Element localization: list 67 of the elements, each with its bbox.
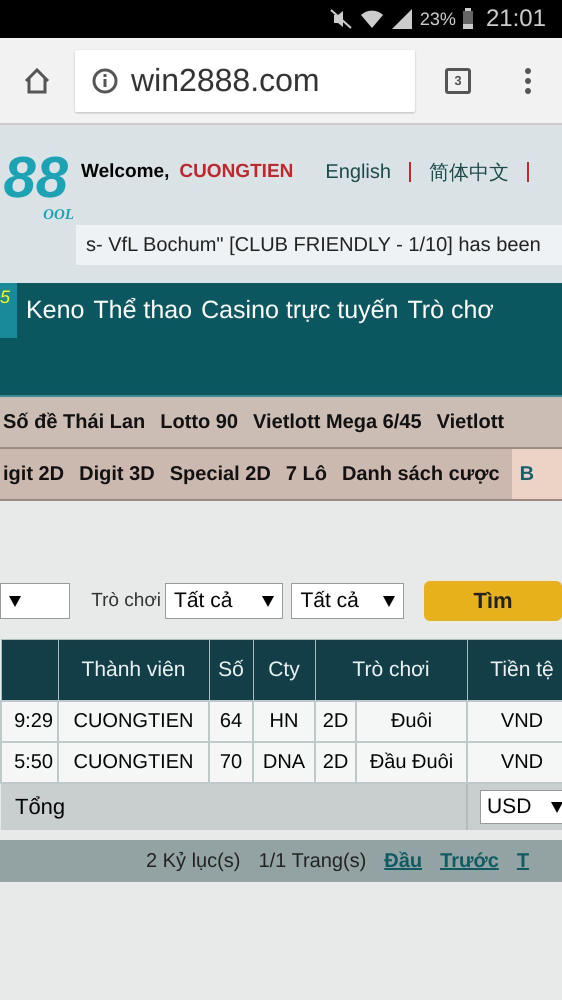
nav-badge: 5: [0, 283, 17, 338]
table-cell: CUONGTIEN: [58, 701, 209, 742]
caret-icon: [9, 596, 21, 606]
info-icon: [91, 66, 119, 94]
mute-icon: [328, 8, 354, 30]
column-header: Thành viên: [58, 640, 209, 701]
table-cell: 70: [209, 742, 253, 783]
column-header: [1, 640, 58, 701]
table-cell: 2D: [315, 742, 356, 783]
logo-subtitle: OOL: [43, 207, 74, 224]
sub-nav-link[interactable]: igit 2D: [0, 449, 64, 499]
clock: 21:01: [486, 5, 546, 33]
table-cell: 5:50: [1, 742, 58, 783]
wifi-icon: [360, 8, 384, 30]
table-cell: Đuôi: [356, 701, 468, 742]
nav-link[interactable]: Trò chơ: [407, 295, 494, 325]
welcome-text: Welcome,: [81, 161, 170, 183]
table-cell: DNA: [253, 742, 315, 783]
dropdown[interactable]: [0, 583, 70, 619]
table-cell: HN: [253, 701, 315, 742]
tab-count-button[interactable]: 3: [445, 68, 471, 94]
caret-icon: [262, 596, 274, 606]
menu-icon[interactable]: [523, 66, 533, 96]
table-cell: 64: [209, 701, 253, 742]
address-bar[interactable]: win2888.com: [75, 50, 415, 112]
column-header: Trò chơi: [315, 640, 468, 701]
dropdown[interactable]: Tất cả: [165, 583, 284, 619]
url-text: win2888.com: [131, 62, 320, 99]
column-header: Cty: [253, 640, 315, 701]
table-cell: 2D: [315, 701, 356, 742]
language-link[interactable]: 简体中文: [428, 158, 509, 186]
logo-text: 88: [3, 149, 68, 207]
total-cell: Tổng: [1, 783, 468, 830]
sub-nav-link[interactable]: Vietlott: [434, 410, 504, 434]
home-icon[interactable]: [22, 66, 52, 96]
sub-nav-link[interactable]: Vietlott Mega 6/45: [250, 410, 422, 434]
dropdown[interactable]: Tất cả: [291, 583, 404, 619]
signal-icon: [390, 8, 414, 30]
sub-nav-link[interactable]: Số đề Thái Lan: [0, 410, 146, 434]
nav-link[interactable]: Keno: [26, 295, 84, 325]
sub-nav-link[interactable]: Digit 3D: [76, 449, 155, 499]
currency-dropdown[interactable]: USD: [480, 790, 562, 824]
record-count: 2 Kỷ lục(s): [146, 850, 240, 872]
column-header: Tiền tệ: [467, 640, 562, 701]
sub-nav-link[interactable]: Danh sách cược: [338, 449, 500, 499]
sub-nav-link[interactable]: Special 2D: [166, 449, 271, 499]
nav-link[interactable]: Casino trực tuyến: [201, 295, 398, 325]
sub-nav-link[interactable]: B: [512, 449, 562, 499]
filter-label: Trò chơi: [91, 590, 162, 612]
nav-link[interactable]: Thể thao: [93, 295, 192, 325]
caret-icon: [382, 596, 395, 606]
caret-icon: [551, 802, 562, 812]
sub-nav-link[interactable]: 7 Lô: [282, 449, 327, 499]
news-ticker: s- VfL Bochum" [CLUB FRIENDLY - 1/10] has been: [76, 225, 562, 265]
page-count: 1/1 Trang(s): [258, 850, 366, 872]
table-cell: Đầu Đuôi: [356, 742, 468, 783]
battery-percent: 23%: [420, 8, 456, 30]
table-cell: VND: [467, 701, 562, 742]
battery-icon: [462, 8, 474, 30]
column-header: Số: [209, 640, 253, 701]
table-cell: CUONGTIEN: [58, 742, 209, 783]
sub-nav-link[interactable]: Lotto 90: [157, 410, 238, 434]
table-cell: VND: [467, 742, 562, 783]
username: CUONGTIEN: [179, 161, 294, 183]
language-link[interactable]: English: [325, 160, 391, 184]
search-button[interactable]: Tìm: [424, 581, 562, 621]
table-cell: 9:29: [1, 701, 58, 742]
